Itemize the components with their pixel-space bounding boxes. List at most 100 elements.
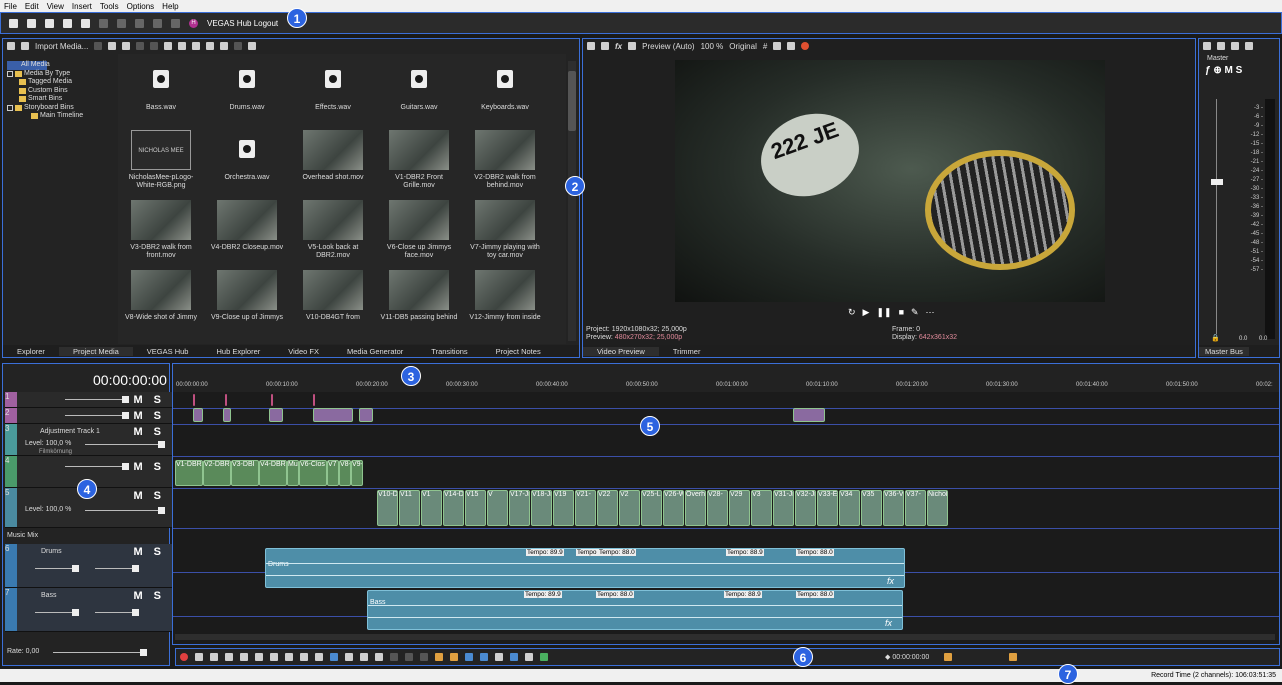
mute-solo[interactable]: M S (133, 394, 165, 406)
video-clip[interactable]: V18-Ji (531, 490, 552, 526)
event-fx-icon[interactable] (540, 653, 548, 661)
title-clip[interactable] (793, 408, 825, 422)
delete-icon[interactable] (135, 18, 144, 28)
edit-icon[interactable]: ✎ (911, 307, 919, 318)
menu-view[interactable]: View (47, 2, 64, 11)
video-clip[interactable]: V36-Va (883, 490, 904, 526)
loop-icon[interactable] (195, 653, 203, 661)
audio-clip-drums[interactable]: Drums Tempo: 89.9 Tempo Tempo: 88.0 Tempo: 8… (265, 548, 905, 588)
track-name[interactable]: Bass (41, 592, 57, 599)
media-item[interactable]: Keyboards.wav (466, 60, 544, 112)
go-to-start-icon[interactable] (270, 653, 278, 661)
video-clip[interactable]: Overhe (685, 490, 706, 526)
video-clip[interactable]: V1 (421, 490, 442, 526)
menu-insert[interactable]: Insert (72, 2, 92, 11)
video-clip[interactable]: V26-W (663, 490, 684, 526)
master-mute-solo[interactable]: ƒ ⊕ M S (1205, 65, 1242, 76)
tree-smart-bins[interactable]: Smart Bins (7, 95, 117, 104)
mute-solo[interactable]: M S (133, 490, 165, 502)
media-item[interactable]: Overhead shot.mov (294, 130, 372, 182)
tab-video-fx[interactable]: Video FX (274, 347, 333, 356)
video-clip[interactable]: V10-DB4GT (377, 490, 398, 526)
track-fader[interactable] (65, 412, 129, 419)
marker-clip[interactable] (313, 394, 315, 406)
auto-preview-icon[interactable] (192, 42, 201, 50)
region-icon[interactable] (450, 653, 458, 661)
tab-explorer[interactable]: Explorer (3, 347, 59, 356)
import-media-button[interactable]: Import Media... (35, 42, 88, 51)
master-fader-handle[interactable] (1211, 179, 1223, 185)
media-item[interactable]: V6-Close up Jimmys face.mov (380, 200, 458, 260)
music-mix-label[interactable]: Music Mix (7, 532, 38, 539)
video-clip[interactable]: V28- (707, 490, 728, 526)
delete-icon[interactable] (390, 653, 398, 661)
next-frame-icon[interactable] (315, 653, 323, 661)
menu-edit[interactable]: Edit (25, 2, 39, 11)
video-clip[interactable]: V1-DBR2 (175, 460, 203, 486)
filter-icon[interactable] (248, 42, 257, 50)
loop-icon[interactable]: ↻ (848, 307, 856, 318)
play-from-start-icon[interactable] (210, 653, 218, 661)
tab-video-preview[interactable]: Video Preview (583, 346, 659, 356)
play-icon[interactable]: ▶ (863, 307, 870, 318)
master-fader-track[interactable] (1216, 99, 1217, 334)
media-item[interactable]: V5-Look back at DBR2.mov (294, 200, 372, 260)
timecode-display[interactable]: 00:00:00:00 (93, 372, 167, 388)
marker-clip[interactable] (193, 394, 195, 406)
track-name[interactable]: Adjustment Track 1 (40, 428, 100, 435)
expand-icon[interactable] (7, 70, 13, 77)
marker-clip[interactable] (225, 394, 227, 406)
media-item[interactable]: V9-Close up of Jimmys (208, 270, 286, 322)
lock-envelopes-icon[interactable] (510, 653, 518, 661)
video-clip[interactable]: Nichola (927, 490, 948, 526)
save-icon[interactable] (45, 18, 54, 28)
video-clip[interactable]: V22 (597, 490, 618, 526)
copy-icon[interactable] (117, 18, 126, 28)
stop-icon[interactable] (255, 653, 263, 661)
link-icon[interactable] (234, 42, 243, 50)
timeline-ruler[interactable]: 00:00:00:00 00:00:10:00 00:00:20:00 00:00:3… (173, 364, 1279, 392)
video-clip[interactable]: V14-DB (443, 490, 464, 526)
copy-snapshot-icon[interactable] (773, 42, 782, 50)
title-clip[interactable] (359, 408, 373, 422)
split-icon[interactable] (420, 653, 428, 661)
render-icon[interactable] (63, 18, 72, 28)
video-clip[interactable]: V35 (861, 490, 882, 526)
media-item[interactable]: V12-Jimmy from inside (466, 270, 544, 322)
auto-crossfade-icon[interactable] (480, 653, 488, 661)
media-item[interactable]: Orchestra.wav (208, 130, 286, 182)
video-clip[interactable]: V6-Clos (299, 460, 327, 486)
video-clip[interactable]: V3 (751, 490, 772, 526)
get-media-icon[interactable] (108, 42, 117, 50)
trim-icon[interactable] (405, 653, 413, 661)
dim-icon[interactable] (1231, 42, 1239, 50)
pause-icon[interactable]: ❚❚ (876, 307, 891, 318)
menu-options[interactable]: Options (127, 2, 155, 11)
external-monitor-icon[interactable] (601, 42, 609, 50)
media-scrollbar[interactable] (568, 61, 576, 341)
gear-icon[interactable] (587, 42, 595, 50)
media-item[interactable]: NICHOLAS MEE NicholasMee-pLogo-White-RGB.… (122, 130, 200, 190)
media-item[interactable]: V7-Jimmy playing with toy car.mov (466, 200, 544, 260)
media-item[interactable]: V10-DB4GT from (294, 270, 372, 322)
volume-fader[interactable] (35, 565, 79, 572)
mute-solo[interactable]: M S (133, 461, 165, 473)
menu-help[interactable]: Help (162, 2, 178, 11)
settings-icon[interactable] (81, 18, 90, 28)
fx-icon[interactable]: fx (615, 42, 622, 51)
fx-icon[interactable]: fx (885, 618, 892, 628)
level-fader[interactable] (85, 507, 165, 514)
cut-icon[interactable] (99, 18, 108, 28)
mute-solo[interactable]: M S (133, 590, 165, 602)
play-icon[interactable] (164, 42, 173, 50)
video-clip[interactable]: V (487, 490, 508, 526)
selection-length-icon[interactable] (1009, 653, 1018, 661)
video-clip[interactable]: V33-E (817, 490, 838, 526)
media-item[interactable]: V2-DBR2 walk from behind.mov (466, 130, 544, 190)
video-clip[interactable]: V2 (619, 490, 640, 526)
record-icon[interactable] (180, 653, 188, 661)
pan-fader[interactable] (95, 565, 139, 572)
tab-project-media[interactable]: Project Media (58, 346, 133, 356)
gear-icon[interactable] (1203, 42, 1211, 50)
selection-start-icon[interactable] (944, 653, 953, 661)
